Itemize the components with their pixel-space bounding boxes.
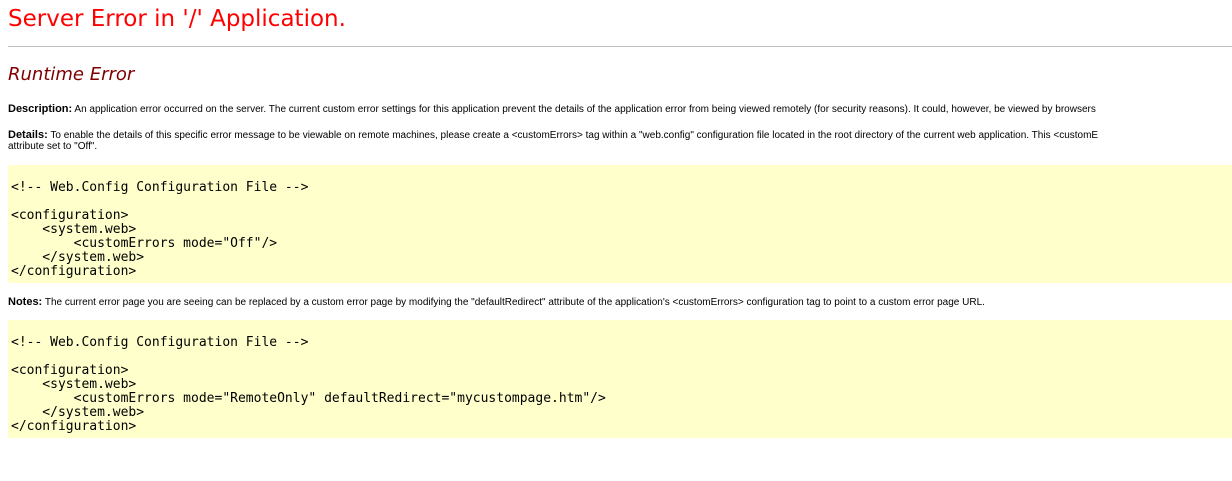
notes-paragraph: Notes: The current error page you are se… (8, 297, 1232, 308)
description-label: Description: (8, 104, 73, 115)
details-text-line1: To enable the details of this specific e… (47, 130, 1099, 141)
notes-text: The current error page you are seeing ca… (42, 297, 985, 308)
title-divider (8, 46, 1232, 47)
config-code-block-off: <!-- Web.Config Configuration File --> <… (8, 165, 1232, 283)
config-code-block-remoteonly: <!-- Web.Config Configuration File --> <… (8, 320, 1232, 438)
description-paragraph: Description: An application error occurr… (8, 104, 1232, 115)
description-text: An application error occurred on the ser… (72, 104, 1096, 115)
error-subtitle: Runtime Error (8, 64, 135, 85)
config-code-text-remoteonly: <!-- Web.Config Configuration File --> <… (11, 335, 606, 434)
notes-label: Notes: (8, 297, 43, 308)
config-code-text-off: <!-- Web.Config Configuration File --> <… (11, 180, 309, 279)
details-paragraph: Details: To enable the details of this s… (8, 130, 1232, 152)
details-label: Details: (8, 130, 48, 141)
page-title: Server Error in '/' Application. (8, 6, 346, 32)
details-text-line2: attribute set to "Off". (8, 141, 98, 152)
